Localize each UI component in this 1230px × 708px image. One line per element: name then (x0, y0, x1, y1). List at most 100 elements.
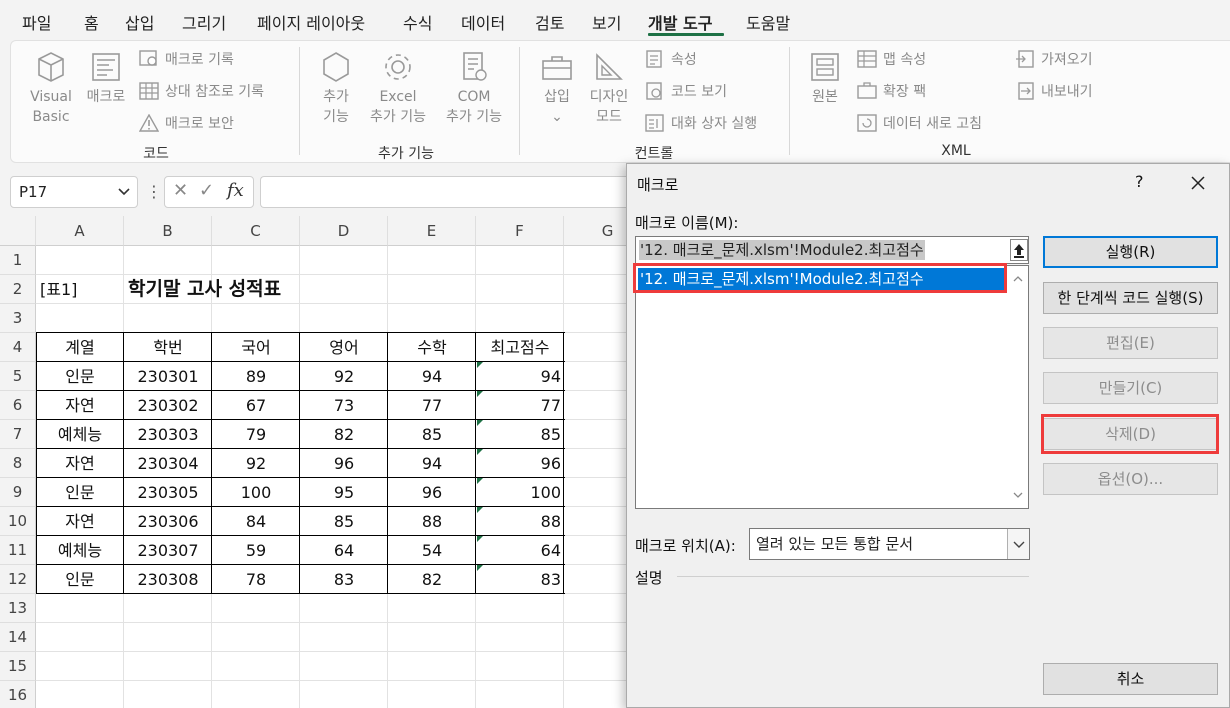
import-button[interactable]: 가져오기 (1015, 49, 1093, 69)
cell[interactable]: 94 (388, 449, 476, 478)
cell[interactable]: 85 (300, 507, 388, 536)
cell[interactable]: 88 (476, 507, 564, 536)
macro-location-select[interactable]: 열려 있는 모든 통합 문서 (749, 528, 1030, 560)
cell[interactable]: 67 (212, 391, 300, 420)
macro-name-input[interactable]: '12. 매크로_문제.xlsm'!Module2.최고점수 (635, 236, 1029, 264)
addins-button[interactable]: 추가 기능 (313, 49, 359, 127)
tab-data[interactable]: 데이터 (461, 10, 505, 34)
run-button[interactable]: 실행(R) (1043, 236, 1218, 268)
chevron-down-icon[interactable] (117, 185, 131, 199)
cell[interactable]: 계열 (36, 333, 124, 362)
relative-reference-button[interactable]: 상대 참조로 기록 (139, 81, 264, 101)
cell[interactable]: 82 (388, 565, 476, 594)
map-properties-button[interactable]: 맵 속성 (857, 49, 926, 69)
cell[interactable]: 수학 (388, 333, 476, 362)
scrollbar[interactable] (1008, 266, 1028, 508)
design-mode-button[interactable]: 디자인 모드 (585, 49, 633, 127)
tab-page-layout[interactable]: 페이지 레이아웃 (257, 10, 365, 34)
cell[interactable]: 100 (212, 478, 300, 507)
row-header[interactable]: 16 (0, 681, 36, 708)
cell[interactable]: 학번 (124, 333, 212, 362)
cell[interactable]: 79 (212, 420, 300, 449)
cancel-icon[interactable]: ✕ (173, 180, 188, 201)
column-header[interactable]: F (476, 216, 564, 246)
cell[interactable]: 83 (300, 565, 388, 594)
com-addins-button[interactable]: COM 추가 기능 (439, 49, 509, 127)
insert-function-icon[interactable]: fx (227, 180, 244, 201)
cell[interactable]: 77 (476, 391, 564, 420)
cell[interactable]: 인문 (36, 362, 124, 391)
insert-control-button[interactable]: 삽입 ⌄ (535, 49, 579, 127)
cell[interactable]: 64 (476, 536, 564, 565)
macro-button[interactable]: 매크로 (83, 49, 129, 107)
create-button[interactable]: 만들기(C) (1043, 372, 1218, 404)
cell[interactable]: 230304 (124, 449, 212, 478)
step-into-button[interactable]: 한 단계씩 코드 실행(S) (1043, 282, 1218, 314)
tab-file[interactable]: 파일 (22, 10, 51, 34)
cell[interactable]: 96 (476, 449, 564, 478)
cell[interactable]: 83 (476, 565, 564, 594)
tab-developer[interactable]: 개발 도구 (648, 10, 712, 34)
cell[interactable]: 230303 (124, 420, 212, 449)
cell[interactable]: 국어 (212, 333, 300, 362)
cell[interactable]: 94 (388, 362, 476, 391)
cell[interactable]: 230306 (124, 507, 212, 536)
cell[interactable]: 82 (300, 420, 388, 449)
scroll-down-icon[interactable] (1013, 490, 1023, 500)
row-header[interactable]: 14 (0, 623, 36, 652)
expansion-packs-button[interactable]: 확장 팩 (857, 81, 926, 101)
cell[interactable]: 96 (388, 478, 476, 507)
run-dialog-button[interactable]: 대화 상자 실행 (645, 113, 757, 133)
row-header[interactable]: 6 (0, 391, 36, 420)
cell[interactable]: 94 (476, 362, 564, 391)
tab-draw[interactable]: 그리기 (182, 10, 226, 34)
check-icon[interactable]: ✓ (199, 180, 214, 201)
row-header[interactable]: 11 (0, 536, 36, 565)
close-icon[interactable] (1187, 172, 1209, 194)
row-header[interactable]: 4 (0, 333, 36, 362)
row-header[interactable]: 8 (0, 449, 36, 478)
cell[interactable]: 자연 (36, 507, 124, 536)
export-button[interactable]: 내보내기 (1015, 81, 1093, 101)
cancel-button[interactable]: 취소 (1043, 663, 1218, 695)
row-header[interactable]: 5 (0, 362, 36, 391)
formula-input[interactable] (260, 176, 630, 208)
cell[interactable]: 92 (212, 449, 300, 478)
cell[interactable]: 230305 (124, 478, 212, 507)
select-all-corner[interactable] (0, 216, 36, 246)
cell[interactable]: 최고점수 (476, 333, 564, 362)
column-header[interactable]: E (388, 216, 476, 246)
tab-help[interactable]: 도움말 (746, 10, 790, 34)
macro-list[interactable]: '12. 매크로_문제.xlsm'!Module2.최고점수 (635, 265, 1029, 509)
column-header[interactable]: A (36, 216, 124, 246)
properties-button[interactable]: 속성 (645, 49, 697, 69)
tab-insert[interactable]: 삽입 (125, 10, 154, 34)
cell[interactable]: 230307 (124, 536, 212, 565)
cell[interactable]: 230302 (124, 391, 212, 420)
cell[interactable]: 64 (300, 536, 388, 565)
cell[interactable]: 84 (212, 507, 300, 536)
row-header[interactable]: 2 (0, 275, 36, 304)
column-header[interactable]: D (300, 216, 388, 246)
cell[interactable]: 인문 (36, 478, 124, 507)
collapse-button[interactable] (1010, 239, 1028, 261)
view-code-button[interactable]: 코드 보기 (645, 81, 727, 101)
help-button[interactable]: ? (1135, 172, 1144, 191)
cell[interactable]: 59 (212, 536, 300, 565)
excel-addins-button[interactable]: Excel 추가 기능 (365, 49, 431, 127)
cell[interactable]: 95 (300, 478, 388, 507)
cell[interactable]: 92 (300, 362, 388, 391)
name-box[interactable]: P17 (10, 176, 138, 208)
cell[interactable]: 85 (388, 420, 476, 449)
cell[interactable]: 230308 (124, 565, 212, 594)
cell[interactable]: 96 (300, 449, 388, 478)
xml-source-button[interactable]: 원본 (803, 49, 847, 107)
cell[interactable]: 85 (476, 420, 564, 449)
cell[interactable]: 학기말 고사 성적표 (124, 275, 388, 304)
tab-formulas[interactable]: 수식 (403, 10, 432, 34)
options-button[interactable]: 옵션(O)... (1043, 463, 1218, 495)
row-header[interactable]: 3 (0, 304, 36, 333)
cell[interactable]: 73 (300, 391, 388, 420)
cell[interactable]: 77 (388, 391, 476, 420)
cell[interactable]: 자연 (36, 449, 124, 478)
